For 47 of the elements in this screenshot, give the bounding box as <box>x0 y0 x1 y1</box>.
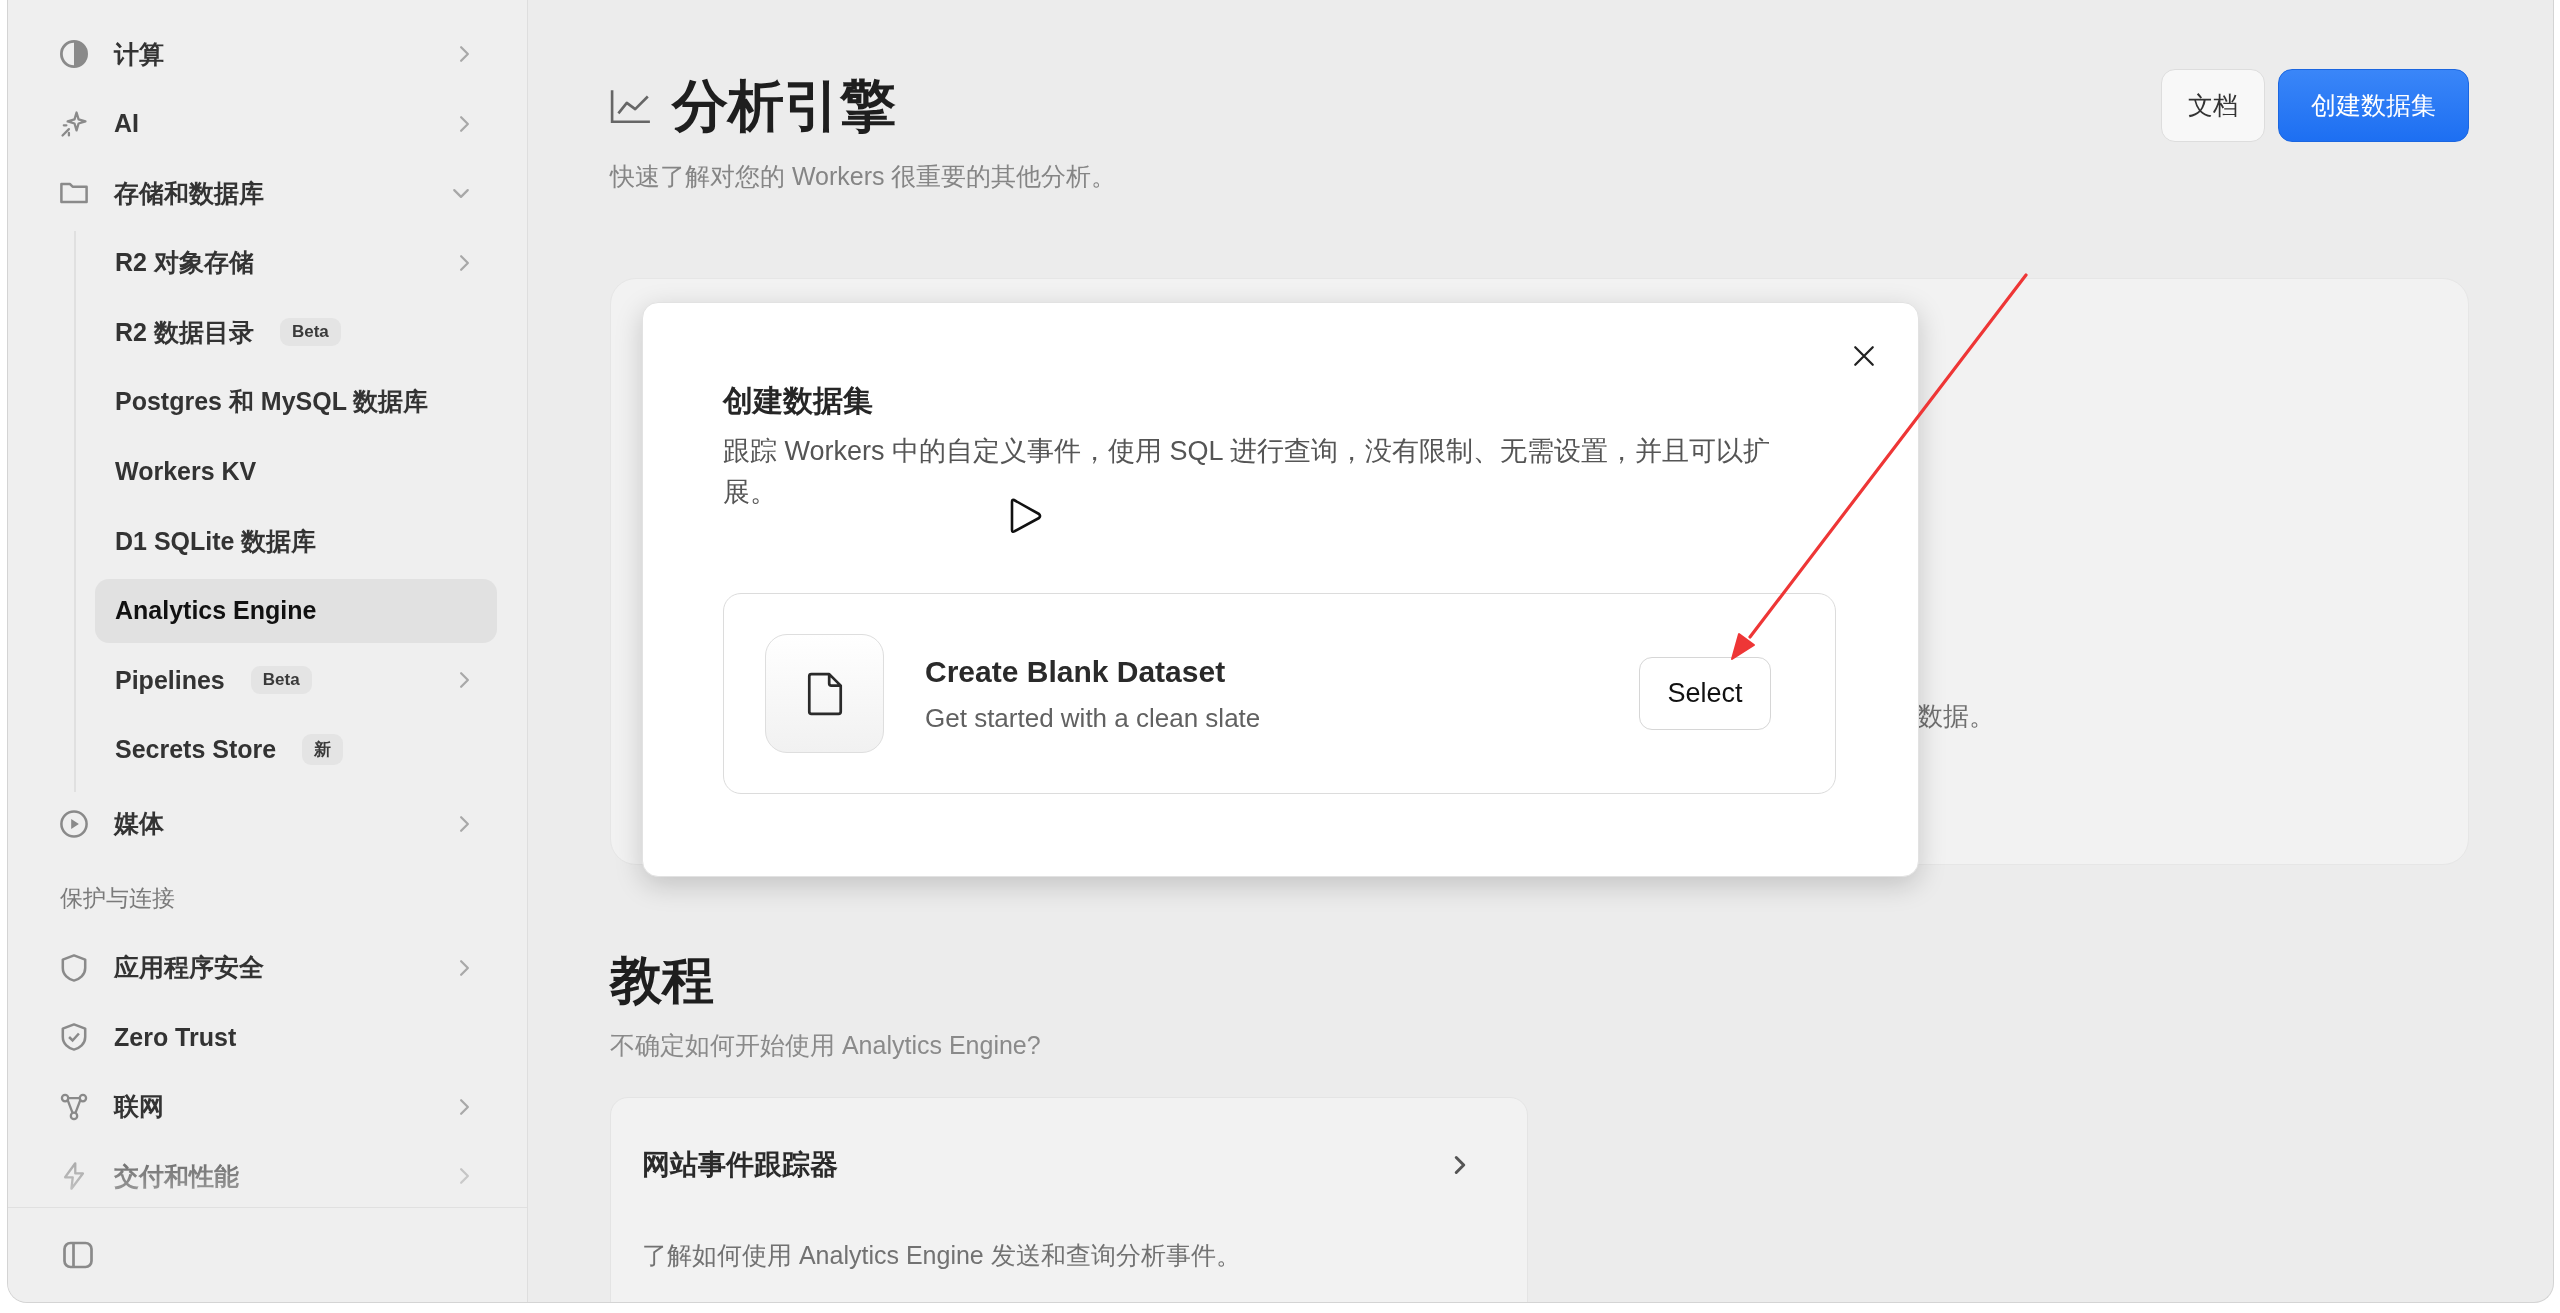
sidebar-item[interactable]: Zero Trust <box>50 1005 497 1070</box>
file-icon <box>765 634 884 753</box>
tutorial-description: 了解如何使用 Analytics Engine 发送和查询分析事件。 <box>642 1240 1242 1271</box>
sidebar-item[interactable]: Workers KV <box>95 439 497 504</box>
pointer-cursor-icon <box>1009 496 1043 536</box>
tutorial-card[interactable]: 网站事件跟踪器 了解如何使用 Analytics Engine 发送和查询分析事件。 <box>610 1097 1528 1302</box>
shield-icon <box>60 953 88 982</box>
section-title: 教程 <box>610 950 715 1011</box>
sparkle-icon <box>60 109 88 138</box>
option-title: Create Blank Dataset <box>925 653 1227 690</box>
card-text: 数据。 <box>1917 701 1995 731</box>
page-subtitle: 快速了解对您的 Workers 很重要的其他分析。 <box>610 161 1117 192</box>
close-button[interactable] <box>1851 343 1877 369</box>
sidebar-item[interactable]: R2 数据目录 Beta <box>95 300 497 365</box>
sidebar-item[interactable]: 计算 <box>50 22 497 86</box>
play-circle-icon <box>60 809 88 838</box>
sidebar-item[interactable]: AI <box>50 91 497 156</box>
sidebar-item[interactable]: Pipelines Beta <box>95 648 497 713</box>
sidebar-badge: 新 <box>302 734 344 766</box>
sidebar-badge: Beta <box>250 666 312 695</box>
network-icon <box>60 1092 88 1121</box>
sidebar-item[interactable]: 联网 <box>50 1074 497 1139</box>
sidebar-item[interactable]: R2 对象存储 <box>95 230 497 295</box>
half-circle-icon <box>60 40 88 68</box>
section-subtitle: 不确定如何开始使用 Analytics Engine? <box>610 1030 1042 1061</box>
shield-check-icon <box>60 1023 88 1052</box>
chevron-right-icon <box>1455 1156 1465 1174</box>
dialog-title: 创建数据集 <box>723 383 874 419</box>
dialog-description: 跟踪 Workers 中的自定义事件，使用 SQL 进行查询，没有限制、无需设置，并且可以扩展。 <box>723 435 1772 509</box>
option-subtitle: Get started with a clean slate <box>925 701 1262 735</box>
sidebar-item[interactable]: 存储和数据库 <box>50 161 497 226</box>
create-dataset-button[interactable]: 创建数据集 <box>2278 69 2469 142</box>
sidebar-item[interactable]: Analytics Engine <box>95 578 497 643</box>
sidebar-item[interactable]: D1 SQLite 数据库 <box>95 509 497 574</box>
select-button[interactable]: Select <box>1639 657 1771 730</box>
sidebar-toggle-icon[interactable] <box>63 1241 93 1269</box>
section-heading: 保护与连接 <box>59 883 176 913</box>
docs-button[interactable]: 文档 <box>2161 69 2265 142</box>
sidebar-badge: Beta <box>279 318 341 347</box>
close-icon <box>1854 346 1874 366</box>
page-title: 分析引擎 <box>672 73 896 139</box>
line-chart-icon <box>610 88 652 124</box>
sidebar-item[interactable]: Postgres 和 MySQL 数据库 <box>95 369 497 434</box>
sidebar-item[interactable]: 媒体 <box>50 791 497 856</box>
sidebar-item[interactable]: Secrets Store 新 <box>95 717 497 782</box>
sidebar-item[interactable]: 应用程序安全 <box>50 935 497 1000</box>
tutorial-title: 网站事件跟踪器 <box>642 1148 838 1182</box>
